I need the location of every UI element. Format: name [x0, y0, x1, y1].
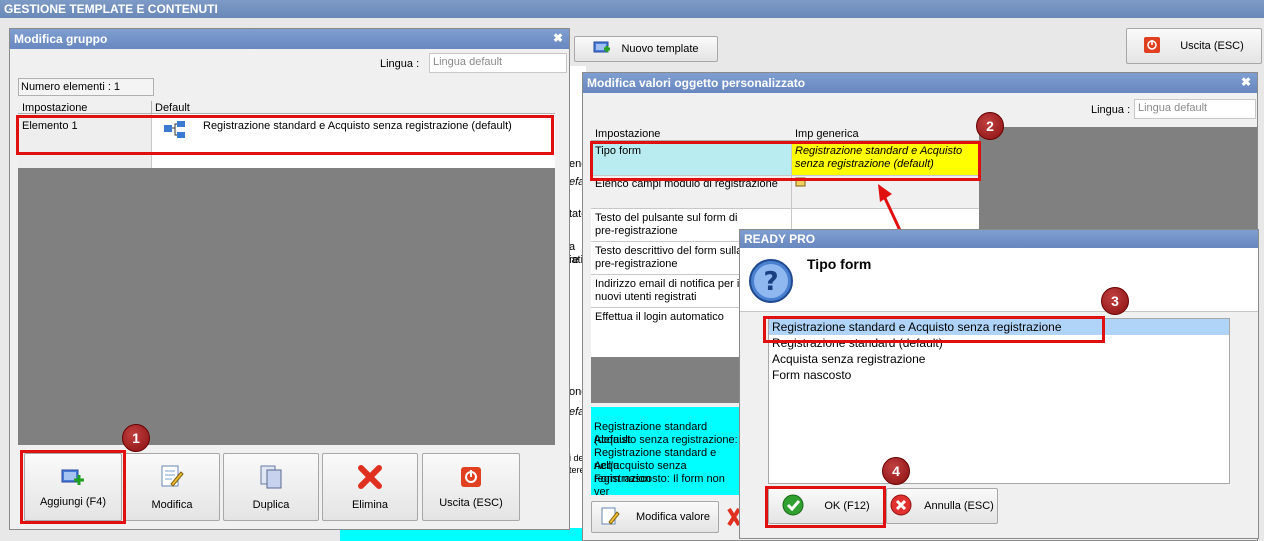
lingua-field[interactable]: Lingua default — [429, 53, 567, 73]
description-panel: Registrazione standard (default Acquisto… — [591, 407, 739, 498]
svg-text:?: ? — [763, 267, 778, 297]
delete-icon — [357, 464, 383, 493]
cancel-x-icon — [890, 494, 912, 519]
exit-icon — [1144, 36, 1161, 56]
cancel-button[interactable]: Annulla (ESC) — [886, 488, 998, 524]
exit-icon — [460, 466, 482, 491]
object-window-title-bar: Modifica valori oggetto personalizzato ✖ — [583, 73, 1257, 93]
element-count: Numero elementi : 1 — [18, 78, 154, 96]
step-badge-2: 2 — [976, 112, 1004, 140]
close-icon[interactable]: ✖ — [553, 31, 563, 45]
step-badge-3: 3 — [1101, 287, 1129, 315]
dialog-header: ? Tipo form — [740, 248, 1258, 312]
group-window: Modifica gruppo ✖ Lingua : Lingua defaul… — [9, 28, 570, 530]
highlight-add-button — [20, 450, 126, 524]
group-grid-header: Impostazione Default — [18, 101, 555, 114]
edit-icon — [160, 464, 184, 493]
highlight-option — [763, 316, 1105, 343]
duplicate-button[interactable]: Duplica — [223, 453, 319, 521]
step-badge-1: 1 — [122, 424, 150, 452]
lingua-label: Lingua : — [380, 58, 420, 70]
option-item[interactable]: Acquista senza registrazione — [769, 351, 1229, 367]
lingua-label: Lingua : — [1091, 104, 1131, 116]
highlight-row — [16, 115, 554, 155]
app-title-bar: GESTIONE TEMPLATE E CONTENUTI — [0, 0, 1264, 18]
edit-value-button[interactable]: Modifica valore — [591, 501, 719, 533]
edit-icon — [600, 506, 620, 529]
highlight-ok-button — [765, 486, 886, 528]
duplicate-icon — [259, 464, 283, 493]
step-badge-4: 4 — [882, 457, 910, 485]
new-template-button[interactable]: Nuovo template — [574, 36, 718, 62]
dialog-heading: Tipo form — [807, 256, 872, 272]
option-item[interactable]: Form nascosto — [769, 367, 1229, 383]
exit-button[interactable]: Uscita (ESC) — [422, 453, 520, 521]
lingua-field[interactable]: Lingua default — [1134, 99, 1256, 119]
dialog-window: READY PRO ? Tipo form Registrazione stan… — [739, 229, 1259, 539]
app-title: GESTIONE TEMPLATE E CONTENUTI — [4, 2, 218, 16]
object-grid-header: Impostazione Imp generica — [591, 127, 979, 141]
delete-button[interactable]: Elimina — [322, 453, 418, 521]
edit-button[interactable]: Modifica — [124, 453, 220, 521]
close-icon[interactable]: ✖ — [1241, 75, 1251, 89]
delete-icon — [727, 505, 741, 532]
new-template-icon — [593, 40, 611, 59]
group-window-title-bar: Modifica gruppo ✖ — [10, 29, 569, 49]
background-exit-button[interactable]: Uscita (ESC) — [1126, 28, 1262, 64]
question-icon: ? — [748, 258, 794, 307]
highlight-tipo-form — [590, 141, 981, 181]
dialog-title-bar: READY PRO — [740, 230, 1258, 248]
